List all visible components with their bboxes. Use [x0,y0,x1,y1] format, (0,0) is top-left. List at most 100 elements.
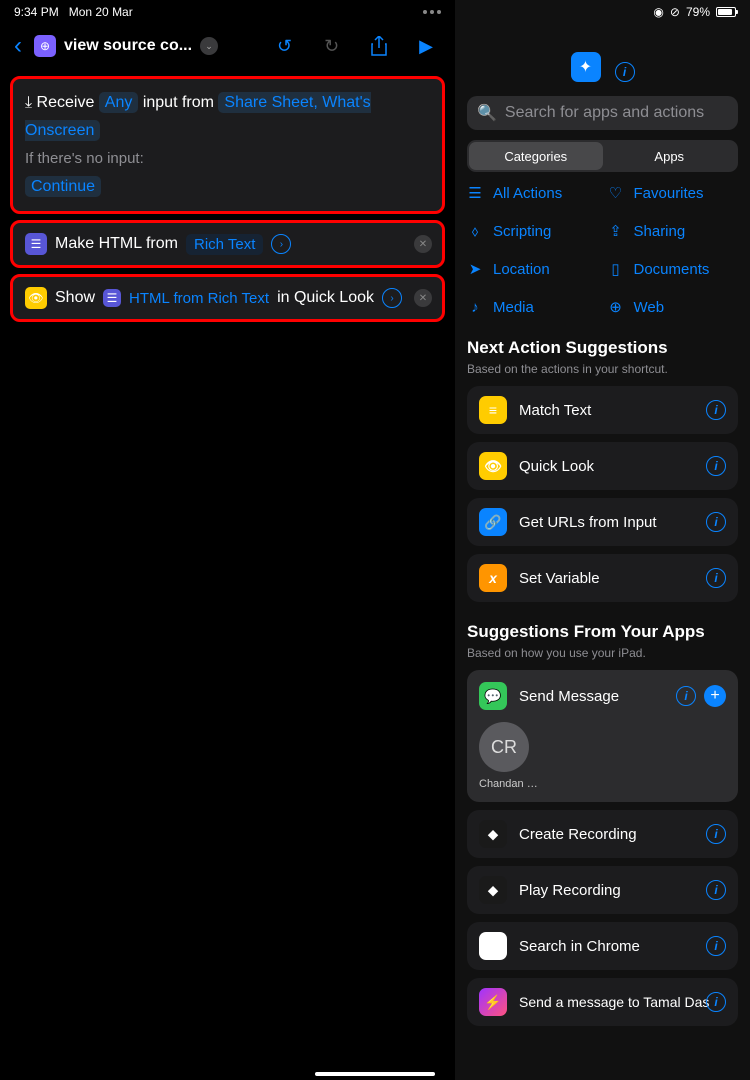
contact-chip[interactable]: CR Chandan R... [479,722,726,790]
in-quick-look-label: in Quick Look [277,289,374,307]
app-suggestions-header: Suggestions From Your Apps [455,622,750,642]
suggestion-quick-look[interactable]: 👁Quick Looki [467,442,738,490]
send-message-label: Send Message [519,688,619,705]
voice-memo-icon: ⬥ [479,820,507,848]
run-button[interactable]: ▶ [407,36,445,57]
search-placeholder: Search for apps and actions [505,104,704,122]
info-icon[interactable]: i [706,880,726,900]
receive-input-card[interactable]: ⤓ Receive Any input from Share Sheet, Wh… [10,76,445,214]
chrome-icon: ◉ [479,932,507,960]
suggestion-match-text[interactable]: ≡Match Texti [467,386,738,434]
share-button[interactable] [359,36,399,56]
cat-sharing[interactable]: ⇪Sharing [608,222,739,240]
suggestion-play-recording[interactable]: ⬥Play Recordingi [467,866,738,914]
list-icon: ☰ [467,184,483,202]
info-icon[interactable]: i [706,456,726,476]
battery-icon [716,7,736,17]
make-html-label: Make HTML from [55,235,178,253]
shortcut-title[interactable]: view source co... [64,37,192,55]
suggestion-set-variable[interactable]: xSet Variablei [467,554,738,602]
contact-name: Chandan R... [479,778,539,790]
music-icon: ♪ [467,299,483,316]
status-date: Mon 20 Mar [69,5,133,19]
make-html-action[interactable]: ☰ Make HTML from Rich Text › ✕ [10,220,445,268]
suggestion-search-chrome[interactable]: ◉Search in Chromei [467,922,738,970]
delete-action-button[interactable]: ✕ [414,235,432,253]
cat-documents[interactable]: ▯Documents [608,260,739,278]
title-chevron-icon[interactable]: ⌄ [200,37,218,55]
globe-icon: ⊕ [608,298,624,316]
html-variable[interactable]: HTML from Rich Text [129,290,269,307]
quick-look-icon: 👁 [479,452,507,480]
location-icon: ➤ [467,260,483,278]
receive-label: Receive [37,94,95,111]
rich-text-variable[interactable]: Rich Text [186,234,263,255]
delete-action-button-2[interactable]: ✕ [414,289,432,307]
quick-look-action[interactable]: 👁 Show ☰ HTML from Rich Text in Quick Lo… [10,274,445,322]
undo-button[interactable]: ↺ [265,36,304,57]
match-text-icon: ≡ [479,396,507,424]
html-action-icon: ☰ [25,233,47,255]
search-input[interactable]: 🔍 Search for apps and actions [467,96,738,130]
info-icon[interactable]: i [706,936,726,956]
heart-icon: ♡ [608,184,624,202]
rotation-lock-icon: ⊘ [670,5,680,19]
receive-icon: ⤓ [25,94,32,111]
redo-button: ↻ [312,36,351,57]
next-suggestions-sub: Based on the actions in your shortcut. [455,362,750,376]
search-icon: 🔍 [477,103,497,123]
info-icon[interactable]: i [676,686,696,706]
quick-look-icon: 👁 [25,287,47,309]
cat-web[interactable]: ⊕Web [608,298,739,316]
info-icon[interactable]: i [706,400,726,420]
variable-icon: x [479,564,507,592]
cat-all-actions[interactable]: ☰All Actions [467,184,598,202]
messenger-icon: ⚡ [479,988,507,1016]
cat-location[interactable]: ➤Location [467,260,598,278]
expand-config-button-2[interactable]: › [382,288,402,308]
segmented-control[interactable]: Categories Apps [467,140,738,172]
tab-apps[interactable]: Apps [603,142,737,170]
suggestion-send-messenger[interactable]: ⚡Send a message to Tamal Dasi [467,978,738,1026]
info-icon[interactable]: i [706,992,726,1012]
show-label: Show [55,289,95,307]
status-bar: 9:34 PM Mon 20 Mar [0,0,455,24]
info-icon[interactable]: i [706,824,726,844]
wand-icon: ⬨ [467,223,483,240]
cat-favourites[interactable]: ♡Favourites [608,184,739,202]
wifi-icon: ◉ [653,5,663,19]
receive-any-token[interactable]: Any [99,92,139,113]
receive-mid: input from [143,94,214,111]
shortcut-glyph-icon[interactable]: ⊕ [34,35,56,57]
app-suggestions-sub: Based on how you use your iPad. [455,646,750,660]
status-bar-right: ◉ ⊘ 79% [455,0,750,24]
multitask-dots[interactable] [423,10,441,14]
document-icon: ▯ [608,260,624,278]
info-icon[interactable]: i [706,512,726,532]
shortcuts-app-icon[interactable]: ✦ [571,52,601,82]
tab-categories[interactable]: Categories [469,142,603,170]
share-icon: ⇪ [608,222,624,240]
cat-media[interactable]: ♪Media [467,298,598,316]
avatar: CR [479,722,529,772]
back-button[interactable]: ‹ [10,32,26,60]
next-suggestions-header: Next Action Suggestions [455,338,750,358]
suggestion-create-recording[interactable]: ⬥Create Recordingi [467,810,738,858]
battery-percent: 79% [686,5,710,19]
home-indicator[interactable] [315,1072,435,1076]
continue-token[interactable]: Continue [25,176,101,197]
voice-memo-icon: ⬥ [479,876,507,904]
suggestion-get-urls[interactable]: 🔗Get URLs from Inputi [467,498,738,546]
add-button[interactable]: + [704,685,726,707]
editor-toolbar: ‹ ⊕ view source co... ⌄ ↺ ↻ ▶ [0,24,455,68]
status-time: 9:34 PM [14,5,59,19]
send-message-card[interactable]: 💬 Send Message i + CR Chandan R... [467,670,738,802]
cat-scripting[interactable]: ⬨Scripting [467,222,598,240]
no-input-label: If there's no input: [25,145,430,173]
html-var-icon: ☰ [103,289,121,307]
messages-icon: 💬 [479,682,507,710]
link-icon: 🔗 [479,508,507,536]
info-button[interactable]: i [615,62,635,82]
info-icon[interactable]: i [706,568,726,588]
expand-config-button[interactable]: › [271,234,291,254]
